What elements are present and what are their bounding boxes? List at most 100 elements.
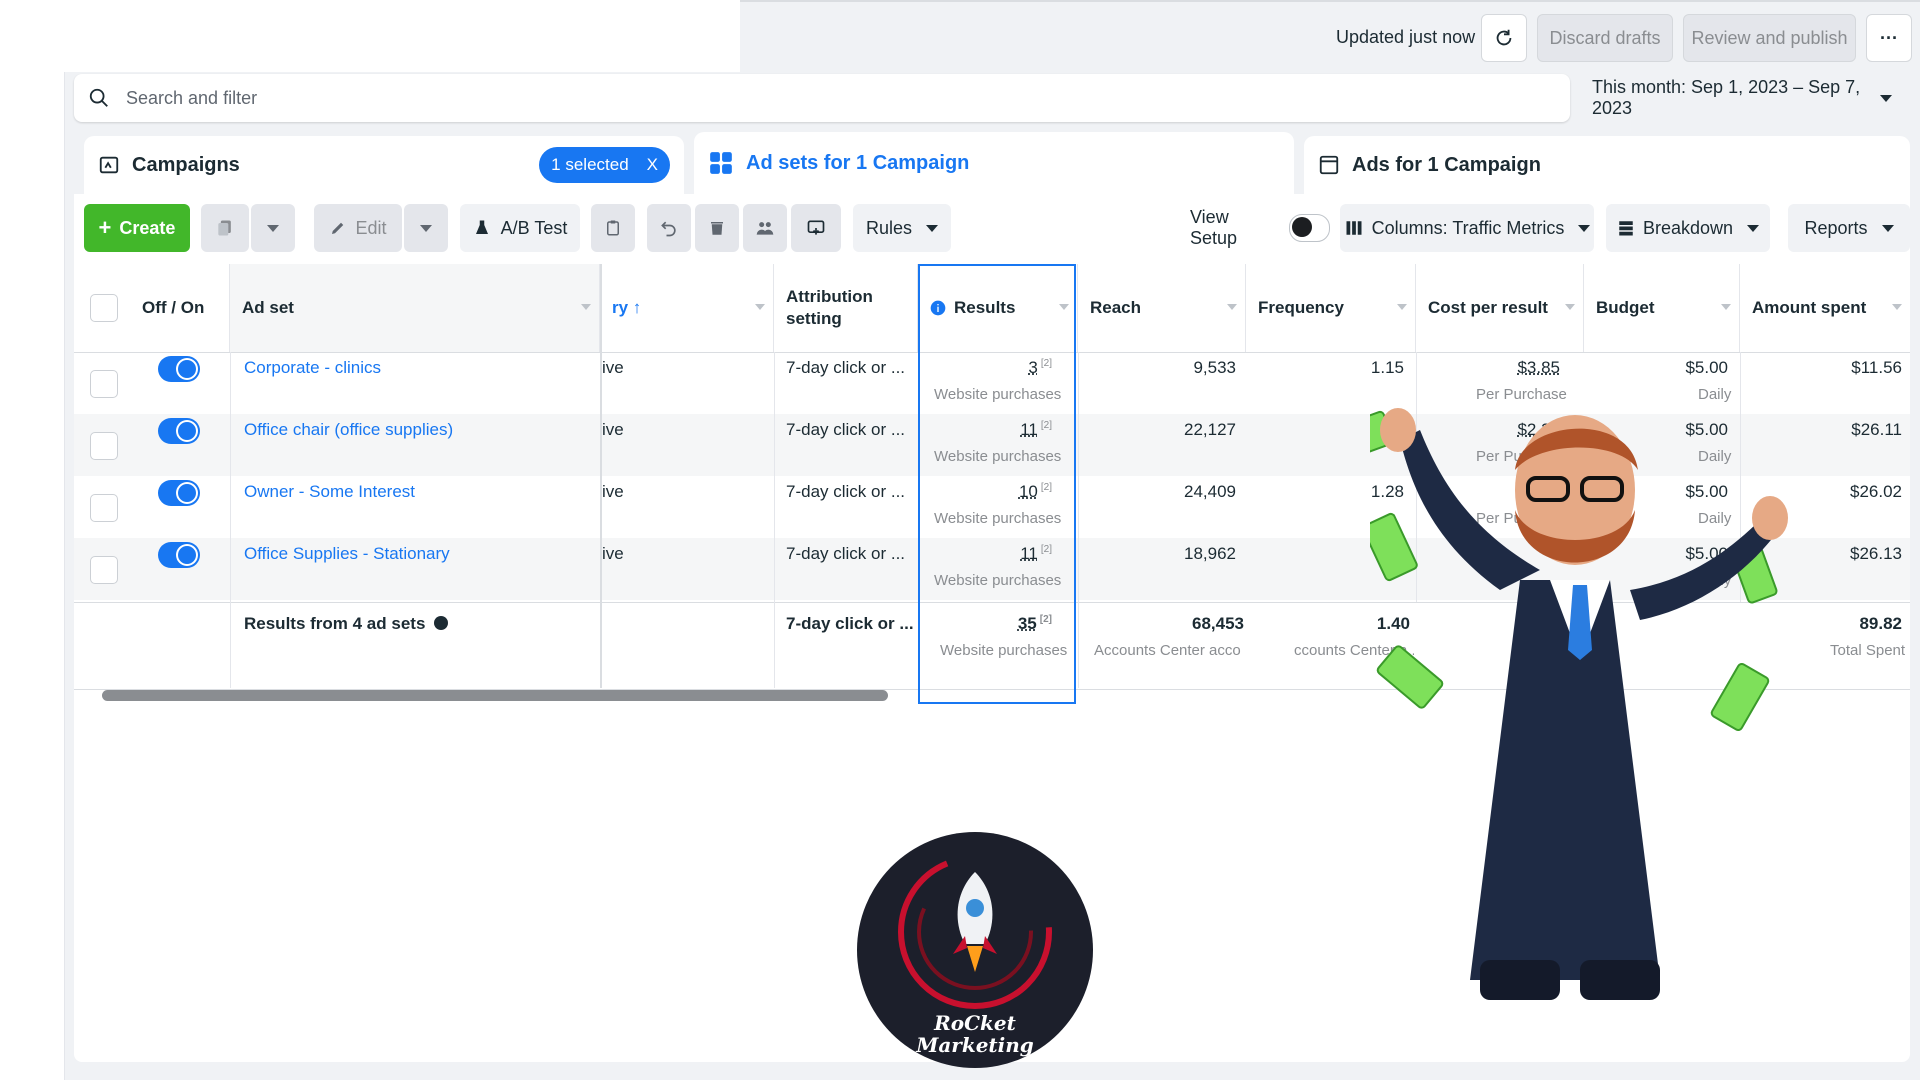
summary-attribution: 7-day click or ... — [786, 614, 914, 633]
header-offon[interactable]: Off / On — [130, 264, 230, 352]
breakdown-dropdown[interactable]: Breakdown — [1606, 204, 1770, 252]
results-value: 10 [2] — [930, 482, 1052, 502]
summary-reach: 68,453 — [1192, 614, 1244, 633]
sort-icon — [1059, 304, 1069, 310]
results-sub: Website purchases — [934, 572, 1062, 589]
header-frequency[interactable]: Frequency — [1246, 264, 1416, 352]
tab-adsets[interactable]: Ad sets for 1 Campaign — [694, 132, 1294, 194]
clear-selection-icon[interactable]: X — [647, 155, 658, 175]
attribution-value: 7-day click or ... — [786, 482, 906, 501]
adset-name-link[interactable]: Corporate - clinics — [244, 358, 381, 378]
row-checkbox[interactable] — [90, 432, 118, 460]
selected-pill[interactable]: 1 selected X — [539, 147, 670, 183]
header-budget[interactable]: Budget — [1584, 264, 1740, 352]
row-checkbox[interactable] — [90, 556, 118, 584]
adset-toggle[interactable] — [158, 356, 200, 382]
results-number: 11 — [1020, 420, 1038, 439]
tab-campaigns-label: Campaigns — [132, 153, 240, 176]
undo-icon — [661, 221, 676, 237]
date-range-picker[interactable]: This month: Sep 1, 2023 – Sep 7, 2023 — [1578, 74, 1908, 122]
select-all-checkbox[interactable] — [90, 294, 118, 322]
view-setup-label: View Setup — [1190, 207, 1238, 248]
rules-dropdown[interactable]: Rules — [853, 204, 951, 252]
undo-button[interactable] — [647, 204, 691, 252]
chevron-down-icon — [1747, 224, 1760, 232]
duplicate-dropdown[interactable] — [251, 204, 295, 252]
footnote-marker: [2] — [1039, 614, 1052, 626]
adset-toggle[interactable] — [158, 480, 200, 506]
audience-button[interactable] — [743, 204, 787, 252]
header-attribution[interactable]: Attribution setting — [774, 264, 918, 352]
tab-ads-label: Ads for 1 Campaign — [1352, 153, 1541, 176]
horizontal-scrollbar[interactable] — [102, 690, 888, 701]
create-label: Create — [119, 217, 176, 238]
search-bar[interactable]: Search and filter — [74, 74, 1570, 122]
delivery-status: ive — [602, 482, 624, 501]
search-icon — [89, 88, 108, 107]
reach-value: 18,962 — [1184, 544, 1236, 563]
ab-test-button[interactable]: A/B Test — [460, 204, 580, 252]
clipboard-button[interactable] — [591, 204, 635, 252]
info-icon[interactable] — [434, 616, 449, 630]
selected-count: 1 selected — [551, 155, 629, 174]
refresh-button[interactable] — [1481, 14, 1527, 62]
reports-label: Reports — [1804, 217, 1868, 238]
results-number: 3 — [1028, 358, 1038, 377]
attribution-value: 7-day click or ... — [786, 544, 906, 563]
chevron-down-icon — [1881, 224, 1894, 232]
adset-toggle[interactable] — [158, 542, 200, 568]
export-icon — [807, 220, 825, 235]
spent-value: $11.56 — [1851, 358, 1902, 377]
export-button[interactable] — [791, 204, 841, 252]
spent-value: $26.02 — [1850, 482, 1902, 501]
sort-icon — [1565, 304, 1575, 310]
header-reach[interactable]: Reach — [1078, 264, 1246, 352]
adset-name-link[interactable]: Owner - Some Interest — [244, 482, 415, 502]
reach-value: 22,127 — [1184, 420, 1236, 439]
duplicate-button[interactable] — [201, 204, 249, 252]
refresh-icon — [1496, 29, 1512, 46]
pencil-icon — [332, 222, 344, 234]
create-button[interactable]: + Create — [84, 204, 190, 252]
header-delivery[interactable]: ry ↑ — [600, 264, 774, 352]
reports-dropdown[interactable]: Reports — [1788, 204, 1910, 252]
header-frequency-label: Frequency — [1258, 298, 1344, 317]
columns-dropdown[interactable]: Columns: Traffic Metrics — [1340, 204, 1594, 252]
summary-results-sub: Website purchases — [940, 642, 1068, 659]
search-input[interactable]: Search and filter — [126, 88, 257, 109]
adset-toggle[interactable] — [158, 418, 200, 444]
header-results[interactable]: Results — [918, 264, 1078, 352]
breakdown-label: Breakdown — [1642, 217, 1734, 238]
tab-campaigns[interactable]: Campaigns 1 selected X — [84, 136, 684, 194]
adset-name-link[interactable]: Office chair (office supplies) — [244, 420, 453, 440]
column-divider — [230, 352, 231, 688]
edit-button[interactable]: Edit — [314, 204, 402, 252]
chevron-down-icon — [1880, 94, 1892, 102]
rocket-marketing-logo: RoCket Marketing — [857, 832, 1093, 1068]
adset-name-link[interactable]: Office Supplies - Stationary — [244, 544, 450, 564]
view-setup-switch[interactable] — [1288, 214, 1330, 242]
header-cpr[interactable]: Cost per result — [1416, 264, 1584, 352]
sort-icon — [1892, 304, 1902, 310]
row-checkbox[interactable] — [90, 494, 118, 522]
more-options-button[interactable]: ··· — [1866, 14, 1912, 62]
edit-dropdown[interactable] — [404, 204, 448, 252]
header-spent-label: Amount spent — [1752, 298, 1867, 317]
attribution-value: 7-day click or ... — [786, 358, 906, 377]
header-adset[interactable]: Ad set — [230, 264, 600, 352]
review-publish-button[interactable]: Review and publish — [1683, 14, 1856, 62]
footnote-marker: [2] — [1040, 358, 1052, 370]
header-reach-label: Reach — [1090, 298, 1142, 317]
column-divider — [1078, 352, 1079, 688]
view-setup-toggle[interactable]: View Setup — [1190, 204, 1330, 252]
row-checkbox[interactable] — [90, 370, 118, 398]
delete-button[interactable] — [695, 204, 739, 252]
header-spent[interactable]: Amount spent — [1740, 264, 1910, 352]
tab-ads[interactable]: Ads for 1 Campaign — [1304, 136, 1910, 194]
results-sub: Website purchases — [934, 510, 1062, 527]
people-icon — [756, 222, 774, 235]
summary-spent: 89.82 — [1859, 614, 1902, 633]
delivery-status: ive — [602, 358, 624, 377]
discard-drafts-button[interactable]: Discard drafts — [1537, 14, 1673, 62]
results-value: 11 [2] — [930, 420, 1052, 440]
